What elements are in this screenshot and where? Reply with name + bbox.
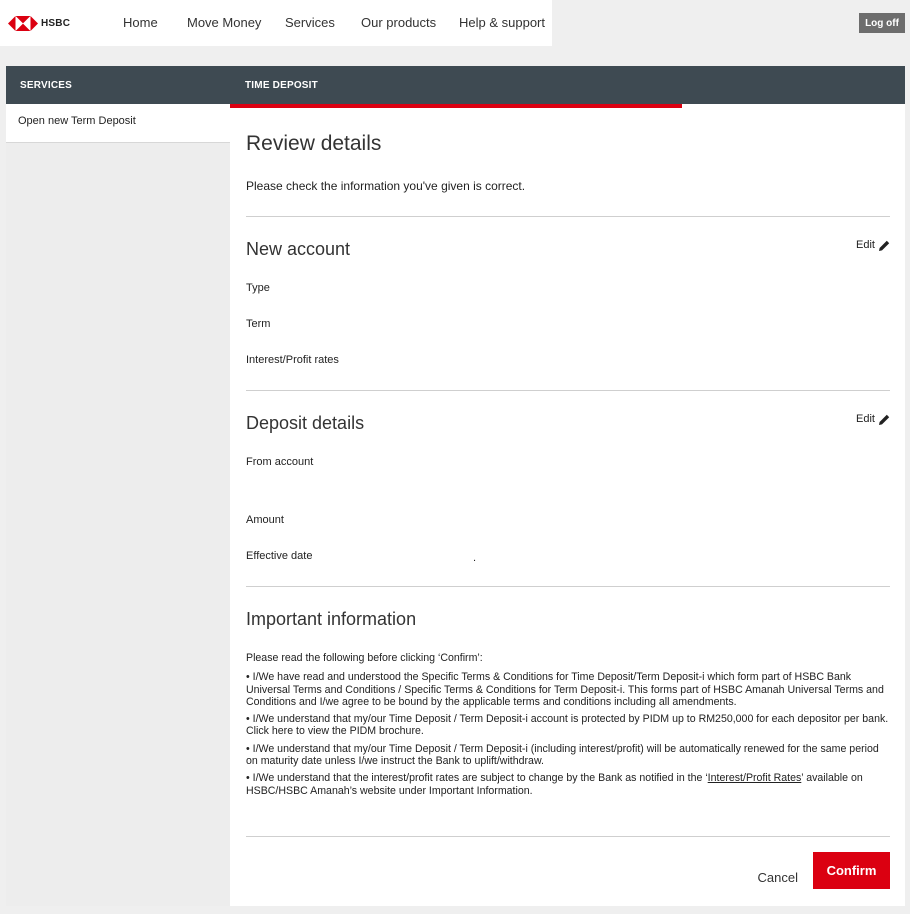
effective-date-value: . xyxy=(473,552,477,564)
page-title: Review details xyxy=(246,132,382,155)
terms-statement: • I/We have read and understood the Spec… xyxy=(246,671,884,708)
sidebar-header: SERVICES xyxy=(6,66,230,104)
interest-profit-rates-label: Interest/Profit rates xyxy=(246,354,339,366)
pencil-icon xyxy=(879,414,890,425)
section-divider xyxy=(246,586,890,587)
top-navigation-bar: HSBC Home Move Money Services Our produc… xyxy=(0,0,910,46)
interest-profit-rates-link[interactable]: Interest/Profit Rates xyxy=(708,772,802,784)
from-account-label: From account xyxy=(246,456,314,468)
rates-statement: • I/We understand that the interest/prof… xyxy=(246,772,890,797)
time-deposit-panel: TIME DEPOSIT Review details Please check… xyxy=(230,66,905,906)
sidebar-item-open-term-deposit[interactable]: Open new Term Deposit xyxy=(6,104,230,143)
important-info-heading: Important information xyxy=(246,609,417,629)
logoff-button[interactable]: Log off xyxy=(859,13,905,33)
amount-label: Amount xyxy=(246,514,284,526)
edit-deposit-details-link[interactable]: Edit xyxy=(856,413,890,425)
important-info-lead: Please read the following before clickin… xyxy=(246,652,483,664)
confirm-button[interactable]: Confirm xyxy=(813,852,890,889)
cancel-button[interactable]: Cancel xyxy=(758,870,798,885)
panel-header: TIME DEPOSIT xyxy=(230,66,905,104)
nav-item-our-products[interactable]: Our products xyxy=(361,15,436,30)
term-label: Term xyxy=(246,318,271,330)
pencil-icon xyxy=(879,240,890,251)
top-navigation-panel: HSBC Home Move Money Services Our produc… xyxy=(0,0,552,46)
services-sidebar: SERVICES Open new Term Deposit xyxy=(6,66,230,906)
section-divider xyxy=(246,216,890,217)
type-label: Type xyxy=(246,282,270,294)
hsbc-hexagon-icon xyxy=(8,15,38,31)
progress-bar xyxy=(230,104,683,108)
edit-label: Edit xyxy=(856,413,875,425)
brand-name: HSBC xyxy=(41,17,71,29)
nav-item-move-money[interactable]: Move Money xyxy=(187,15,261,30)
hsbc-logo[interactable]: HSBC xyxy=(8,13,70,33)
nav-item-home[interactable]: Home xyxy=(123,15,158,30)
important-info-text: Please read the following before clickin… xyxy=(246,652,890,802)
page-subtitle: Please check the information you've give… xyxy=(246,179,526,193)
edit-label: Edit xyxy=(856,239,875,251)
deposit-details-heading: Deposit details xyxy=(246,413,365,433)
new-account-heading: New account xyxy=(246,239,351,259)
nav-item-services[interactable]: Services xyxy=(285,15,335,30)
nav-item-help-support[interactable]: Help & support xyxy=(459,15,545,30)
pidm-statement: • I/We understand that my/our Time Depos… xyxy=(246,713,889,738)
section-divider xyxy=(246,390,890,391)
effective-date-label: Effective date xyxy=(246,550,313,562)
section-divider xyxy=(246,836,890,837)
renewal-statement: • I/We understand that my/our Time Depos… xyxy=(246,742,879,768)
edit-new-account-link[interactable]: Edit xyxy=(856,239,890,251)
rates-statement-text: • I/We understand that the interest/prof… xyxy=(246,772,708,785)
